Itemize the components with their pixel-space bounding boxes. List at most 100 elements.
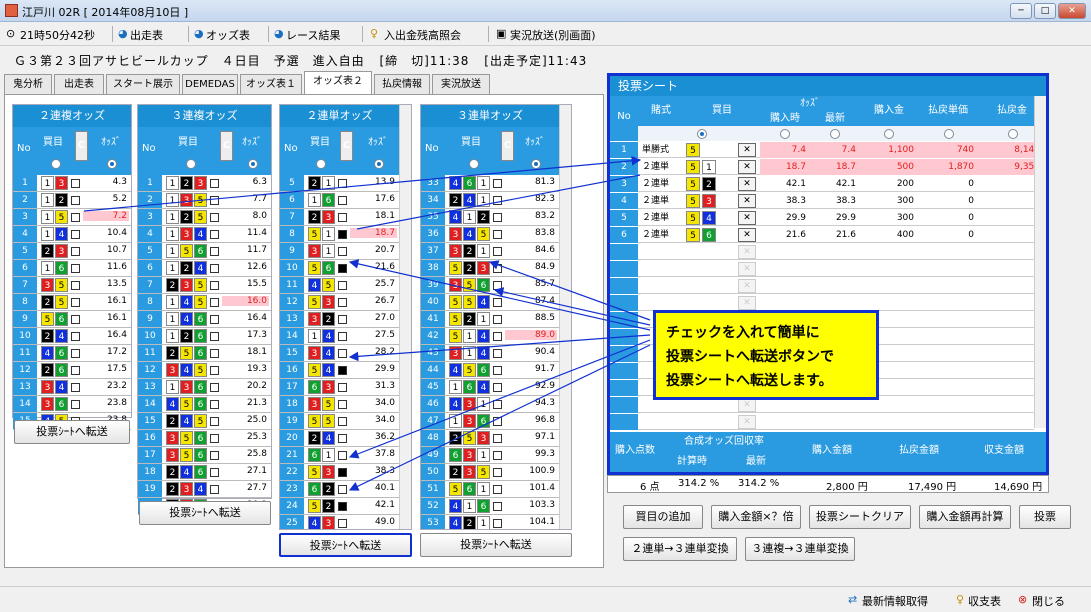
select-checkbox[interactable] — [71, 332, 80, 341]
delete-row-button[interactable]: ✕ — [738, 415, 756, 429]
tab-demedas[interactable]: DEMEDAS — [182, 74, 238, 94]
select-checkbox[interactable] — [493, 417, 502, 426]
tab-start[interactable]: スタート展示 — [106, 74, 180, 94]
select-checkbox[interactable] — [493, 502, 502, 511]
select-checkbox[interactable] — [210, 417, 219, 426]
delete-row-button[interactable]: ✕ — [738, 262, 756, 276]
select-checkbox[interactable] — [493, 196, 502, 205]
clear-check-button[interactable]: C — [340, 131, 353, 161]
delete-row-button[interactable]: ✕ — [738, 177, 756, 191]
delete-row-button[interactable]: ✕ — [738, 211, 756, 225]
sort-radio-amount[interactable] — [884, 129, 894, 139]
select-checkbox[interactable] — [338, 196, 347, 205]
select-checkbox[interactable] — [338, 366, 347, 375]
balance-button[interactable]: 収支表 — [968, 593, 1001, 609]
select-checkbox[interactable] — [493, 383, 502, 392]
select-checkbox[interactable] — [338, 519, 347, 528]
select-checkbox[interactable] — [338, 400, 347, 409]
select-checkbox[interactable] — [338, 468, 347, 477]
select-checkbox[interactable] — [71, 264, 80, 273]
clear-check-button[interactable]: C — [220, 131, 233, 161]
convert-3puku-button[interactable]: ３連複→３連単変換 — [745, 537, 855, 561]
select-checkbox[interactable] — [71, 230, 80, 239]
select-checkbox[interactable] — [493, 213, 502, 222]
select-checkbox[interactable] — [493, 264, 502, 273]
select-checkbox[interactable] — [210, 196, 219, 205]
select-checkbox[interactable] — [210, 230, 219, 239]
select-checkbox[interactable] — [493, 434, 502, 443]
scrollbar[interactable] — [399, 105, 411, 529]
select-checkbox[interactable] — [493, 179, 502, 188]
minimize-button[interactable]: ─ — [1010, 3, 1032, 19]
delete-row-button[interactable]: ✕ — [738, 398, 756, 412]
select-checkbox[interactable] — [338, 417, 347, 426]
select-checkbox[interactable] — [210, 179, 219, 188]
select-checkbox[interactable] — [493, 485, 502, 494]
select-checkbox[interactable] — [71, 213, 80, 222]
select-checkbox[interactable] — [493, 366, 502, 375]
tab-payout[interactable]: 払戻情報 — [374, 74, 430, 94]
select-checkbox[interactable] — [338, 298, 347, 307]
odds-button[interactable]: オッズ表 — [206, 27, 250, 43]
sort-radio-kaime[interactable] — [469, 159, 479, 169]
add-kaime-button[interactable]: 買目の追加 — [623, 505, 703, 529]
transfer-button-2rentan[interactable]: 投票ｼｰﾄへ転送 — [279, 533, 412, 557]
select-checkbox[interactable] — [71, 196, 80, 205]
select-checkbox[interactable] — [338, 264, 347, 273]
select-checkbox[interactable] — [71, 281, 80, 290]
select-checkbox[interactable] — [493, 400, 502, 409]
select-checkbox[interactable] — [210, 349, 219, 358]
transfer-button-3rentan[interactable]: 投票ｼｰﾄへ転送 — [420, 533, 572, 557]
select-checkbox[interactable] — [338, 230, 347, 239]
select-checkbox[interactable] — [210, 383, 219, 392]
sort-radio-odds[interactable] — [374, 159, 384, 169]
delete-row-button[interactable]: ✕ — [738, 228, 756, 242]
close-window-button[interactable]: ✕ — [1058, 3, 1086, 19]
maximize-button[interactable]: □ — [1034, 3, 1056, 19]
clear-check-button[interactable]: C — [75, 131, 88, 161]
select-checkbox[interactable] — [338, 332, 347, 341]
select-checkbox[interactable] — [493, 230, 502, 239]
select-checkbox[interactable] — [210, 468, 219, 477]
sort-radio-refund[interactable] — [1008, 129, 1018, 139]
select-checkbox[interactable] — [210, 247, 219, 256]
clear-sheet-button[interactable]: 投票シートクリア — [809, 505, 911, 529]
scrollbar[interactable] — [559, 105, 571, 529]
delete-row-button[interactable]: ✕ — [738, 160, 756, 174]
select-checkbox[interactable] — [210, 451, 219, 460]
select-checkbox[interactable] — [338, 502, 347, 511]
tab-odds2[interactable]: オッズ表２ — [304, 71, 372, 95]
select-checkbox[interactable] — [71, 400, 80, 409]
transfer-button-2renpuku[interactable]: 投票ｼｰﾄへ転送 — [14, 420, 130, 444]
shussou-button[interactable]: 出走表 — [130, 27, 163, 43]
vote-button[interactable]: 投票 — [1019, 505, 1071, 529]
select-checkbox[interactable] — [71, 366, 80, 375]
select-checkbox[interactable] — [338, 213, 347, 222]
sort-radio-odds[interactable] — [531, 159, 541, 169]
recalc-button[interactable]: 購入金額再計算 — [919, 505, 1011, 529]
select-checkbox[interactable] — [210, 366, 219, 375]
select-checkbox[interactable] — [338, 281, 347, 290]
tab-odds1[interactable]: オッズ表１ — [240, 74, 302, 94]
sort-radio-odds[interactable] — [107, 159, 117, 169]
select-checkbox[interactable] — [71, 383, 80, 392]
select-checkbox[interactable] — [493, 315, 502, 324]
sort-radio-latest[interactable] — [830, 129, 840, 139]
sort-radio-kaime[interactable] — [186, 159, 196, 169]
select-checkbox[interactable] — [493, 451, 502, 460]
sort-radio-kaime[interactable] — [316, 159, 326, 169]
select-checkbox[interactable] — [493, 349, 502, 358]
select-checkbox[interactable] — [493, 281, 502, 290]
convert-2tan-button[interactable]: ２連単→３連単変換 — [623, 537, 737, 561]
delete-row-button[interactable]: ✕ — [738, 279, 756, 293]
select-checkbox[interactable] — [338, 349, 347, 358]
select-checkbox[interactable] — [210, 332, 219, 341]
sort-radio-odds[interactable] — [248, 159, 258, 169]
select-checkbox[interactable] — [338, 315, 347, 324]
tab-shussou[interactable]: 出走表 — [54, 74, 104, 94]
select-checkbox[interactable] — [338, 451, 347, 460]
select-checkbox[interactable] — [338, 383, 347, 392]
select-checkbox[interactable] — [493, 332, 502, 341]
sort-radio-kaime[interactable] — [697, 129, 707, 139]
select-checkbox[interactable] — [210, 264, 219, 273]
